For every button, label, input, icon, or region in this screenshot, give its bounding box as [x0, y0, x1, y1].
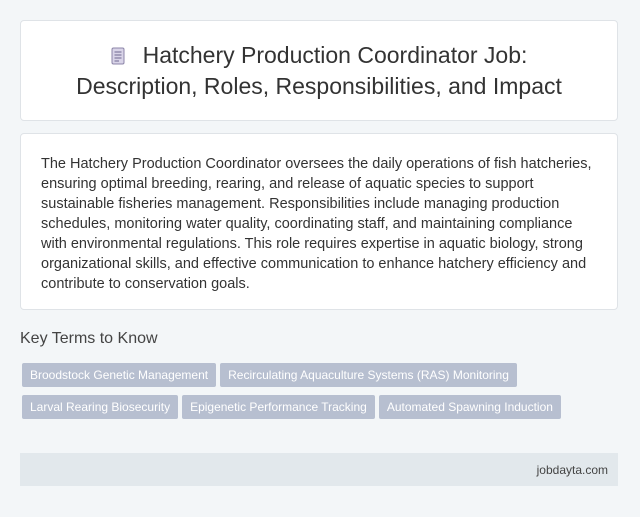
page-title-text: Hatchery Production Coordinator Job: Des…	[76, 41, 562, 99]
title-card: Hatchery Production Coordinator Job: Des…	[20, 20, 618, 121]
key-term-tag[interactable]: Larval Rearing Biosecurity	[22, 395, 179, 419]
footer-bar: jobdayta.com	[20, 453, 618, 486]
key-term-tag[interactable]: Broodstock Genetic Management	[22, 363, 217, 387]
key-terms-heading: Key Terms to Know	[20, 330, 158, 347]
job-description: The Hatchery Production Coordinator over…	[41, 156, 592, 292]
key-terms-list: Broodstock Genetic Management Recirculati…	[22, 363, 602, 427]
description-card: The Hatchery Production Coordinator over…	[20, 133, 618, 310]
key-term-tag[interactable]: Epigenetic Performance Tracking	[182, 395, 375, 419]
page-title: Hatchery Production Coordinator Job: Des…	[21, 40, 617, 102]
site-link[interactable]: jobdayta.com	[537, 463, 608, 477]
key-term-tag[interactable]: Recirculating Aquaculture Systems (RAS) …	[220, 363, 517, 387]
key-term-tag[interactable]: Automated Spawning Induction	[378, 395, 561, 419]
document-icon	[111, 47, 125, 64]
